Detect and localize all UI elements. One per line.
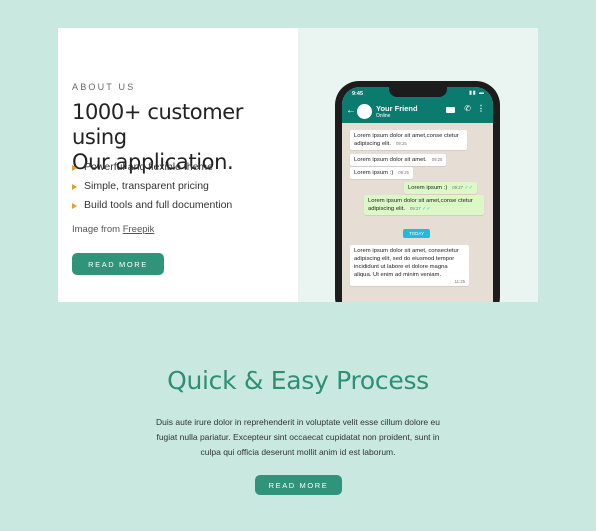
image-credit: Image from Freepik xyxy=(72,224,154,235)
credit-prefix: Image from xyxy=(72,224,121,235)
chat-message: Lorem ipsum dolor sit amet. 09:25 xyxy=(350,154,447,166)
feature-item: Powerful and flexible theme xyxy=(72,160,232,179)
about-read-more-button[interactable]: READ MORE xyxy=(72,253,164,275)
phone-notch xyxy=(389,87,447,97)
about-eyebrow: ABOUT US xyxy=(72,82,136,92)
message-time: 09:27 xyxy=(410,206,421,211)
phone-call-icon: ✆ xyxy=(464,104,471,113)
kebab-menu-icon: ⋮ xyxy=(477,104,485,113)
triangle-bullet-icon xyxy=(72,203,77,209)
avatar xyxy=(357,104,372,119)
message-time: 09:25 xyxy=(396,141,407,146)
feature-item: Simple, transparent pricing xyxy=(72,179,232,198)
message-text: Lorem ipsum dolor sit amet, consectetur … xyxy=(354,248,459,278)
message-time: 09:25 xyxy=(431,157,443,162)
message-text: Lorem ipsum :) xyxy=(354,170,394,176)
status-time: 9:45 xyxy=(352,91,364,97)
signal-battery-icon: ▮▮ ▬ xyxy=(469,90,485,96)
date-chip: TODAY xyxy=(403,229,431,238)
phone-illustration-panel: 9:45 ▮▮ ▬ ← Your Friend Online ✆ ⋮ Lorem… xyxy=(298,28,538,302)
about-section: ABOUT US 1000+ customer using Our applic… xyxy=(58,28,538,302)
feature-text: Simple, transparent pricing xyxy=(84,180,209,192)
process-description: Duis aute irure dolor in reprehenderit i… xyxy=(156,417,440,457)
chat-message: Lorem ipsum :) 09:25 xyxy=(350,167,414,179)
chat-message: Lorem ipsum dolor sit amet,conse ctetur … xyxy=(350,130,467,150)
back-arrow-icon: ← xyxy=(346,105,356,116)
process-read-more-button[interactable]: READ MORE xyxy=(255,475,342,495)
video-call-icon xyxy=(446,107,455,113)
message-time: 09:25 xyxy=(398,170,410,175)
chat-message: Lorem ipsum dolor sit amet, consectetur … xyxy=(350,245,469,286)
feature-text: Powerful and flexible theme xyxy=(84,161,213,173)
chat-messages: Lorem ipsum dolor sit amet,conse ctetur … xyxy=(342,123,493,302)
freepik-link[interactable]: Freepik xyxy=(123,224,155,235)
message-text: Lorem ipsum :) xyxy=(408,185,448,191)
chat-header: ← Your Friend Online ✆ ⋮ xyxy=(342,101,493,123)
contact-name: Your Friend xyxy=(376,104,418,113)
headline-line-1: 1000+ customer using xyxy=(72,100,244,149)
feature-list: Powerful and flexible theme Simple, tran… xyxy=(72,160,232,217)
message-time: 09:27 xyxy=(452,185,464,190)
chat-message: Lorem ipsum :) 09:27 ✓✓ xyxy=(404,182,477,194)
chat-message: Lorem ipsum dolor sit amet,conse ctetur … xyxy=(364,195,484,215)
message-time: 11:25 xyxy=(454,279,465,284)
message-text: Lorem ipsum dolor sit amet. xyxy=(354,157,427,163)
feature-item: Build tools and full documention xyxy=(72,198,232,217)
double-check-icon: ✓✓ xyxy=(420,206,431,212)
triangle-bullet-icon xyxy=(72,165,77,171)
triangle-bullet-icon xyxy=(72,184,77,190)
feature-text: Build tools and full documention xyxy=(84,199,233,211)
phone-mockup: 9:45 ▮▮ ▬ ← Your Friend Online ✆ ⋮ Lorem… xyxy=(335,81,500,302)
phone-screen: 9:45 ▮▮ ▬ ← Your Friend Online ✆ ⋮ Lorem… xyxy=(342,87,493,302)
double-check-icon: ✓✓ xyxy=(463,185,473,191)
about-text-column: ABOUT US 1000+ customer using Our applic… xyxy=(72,28,292,302)
process-title: Quick & Easy Process xyxy=(167,366,429,395)
contact-status: Online xyxy=(376,113,391,119)
